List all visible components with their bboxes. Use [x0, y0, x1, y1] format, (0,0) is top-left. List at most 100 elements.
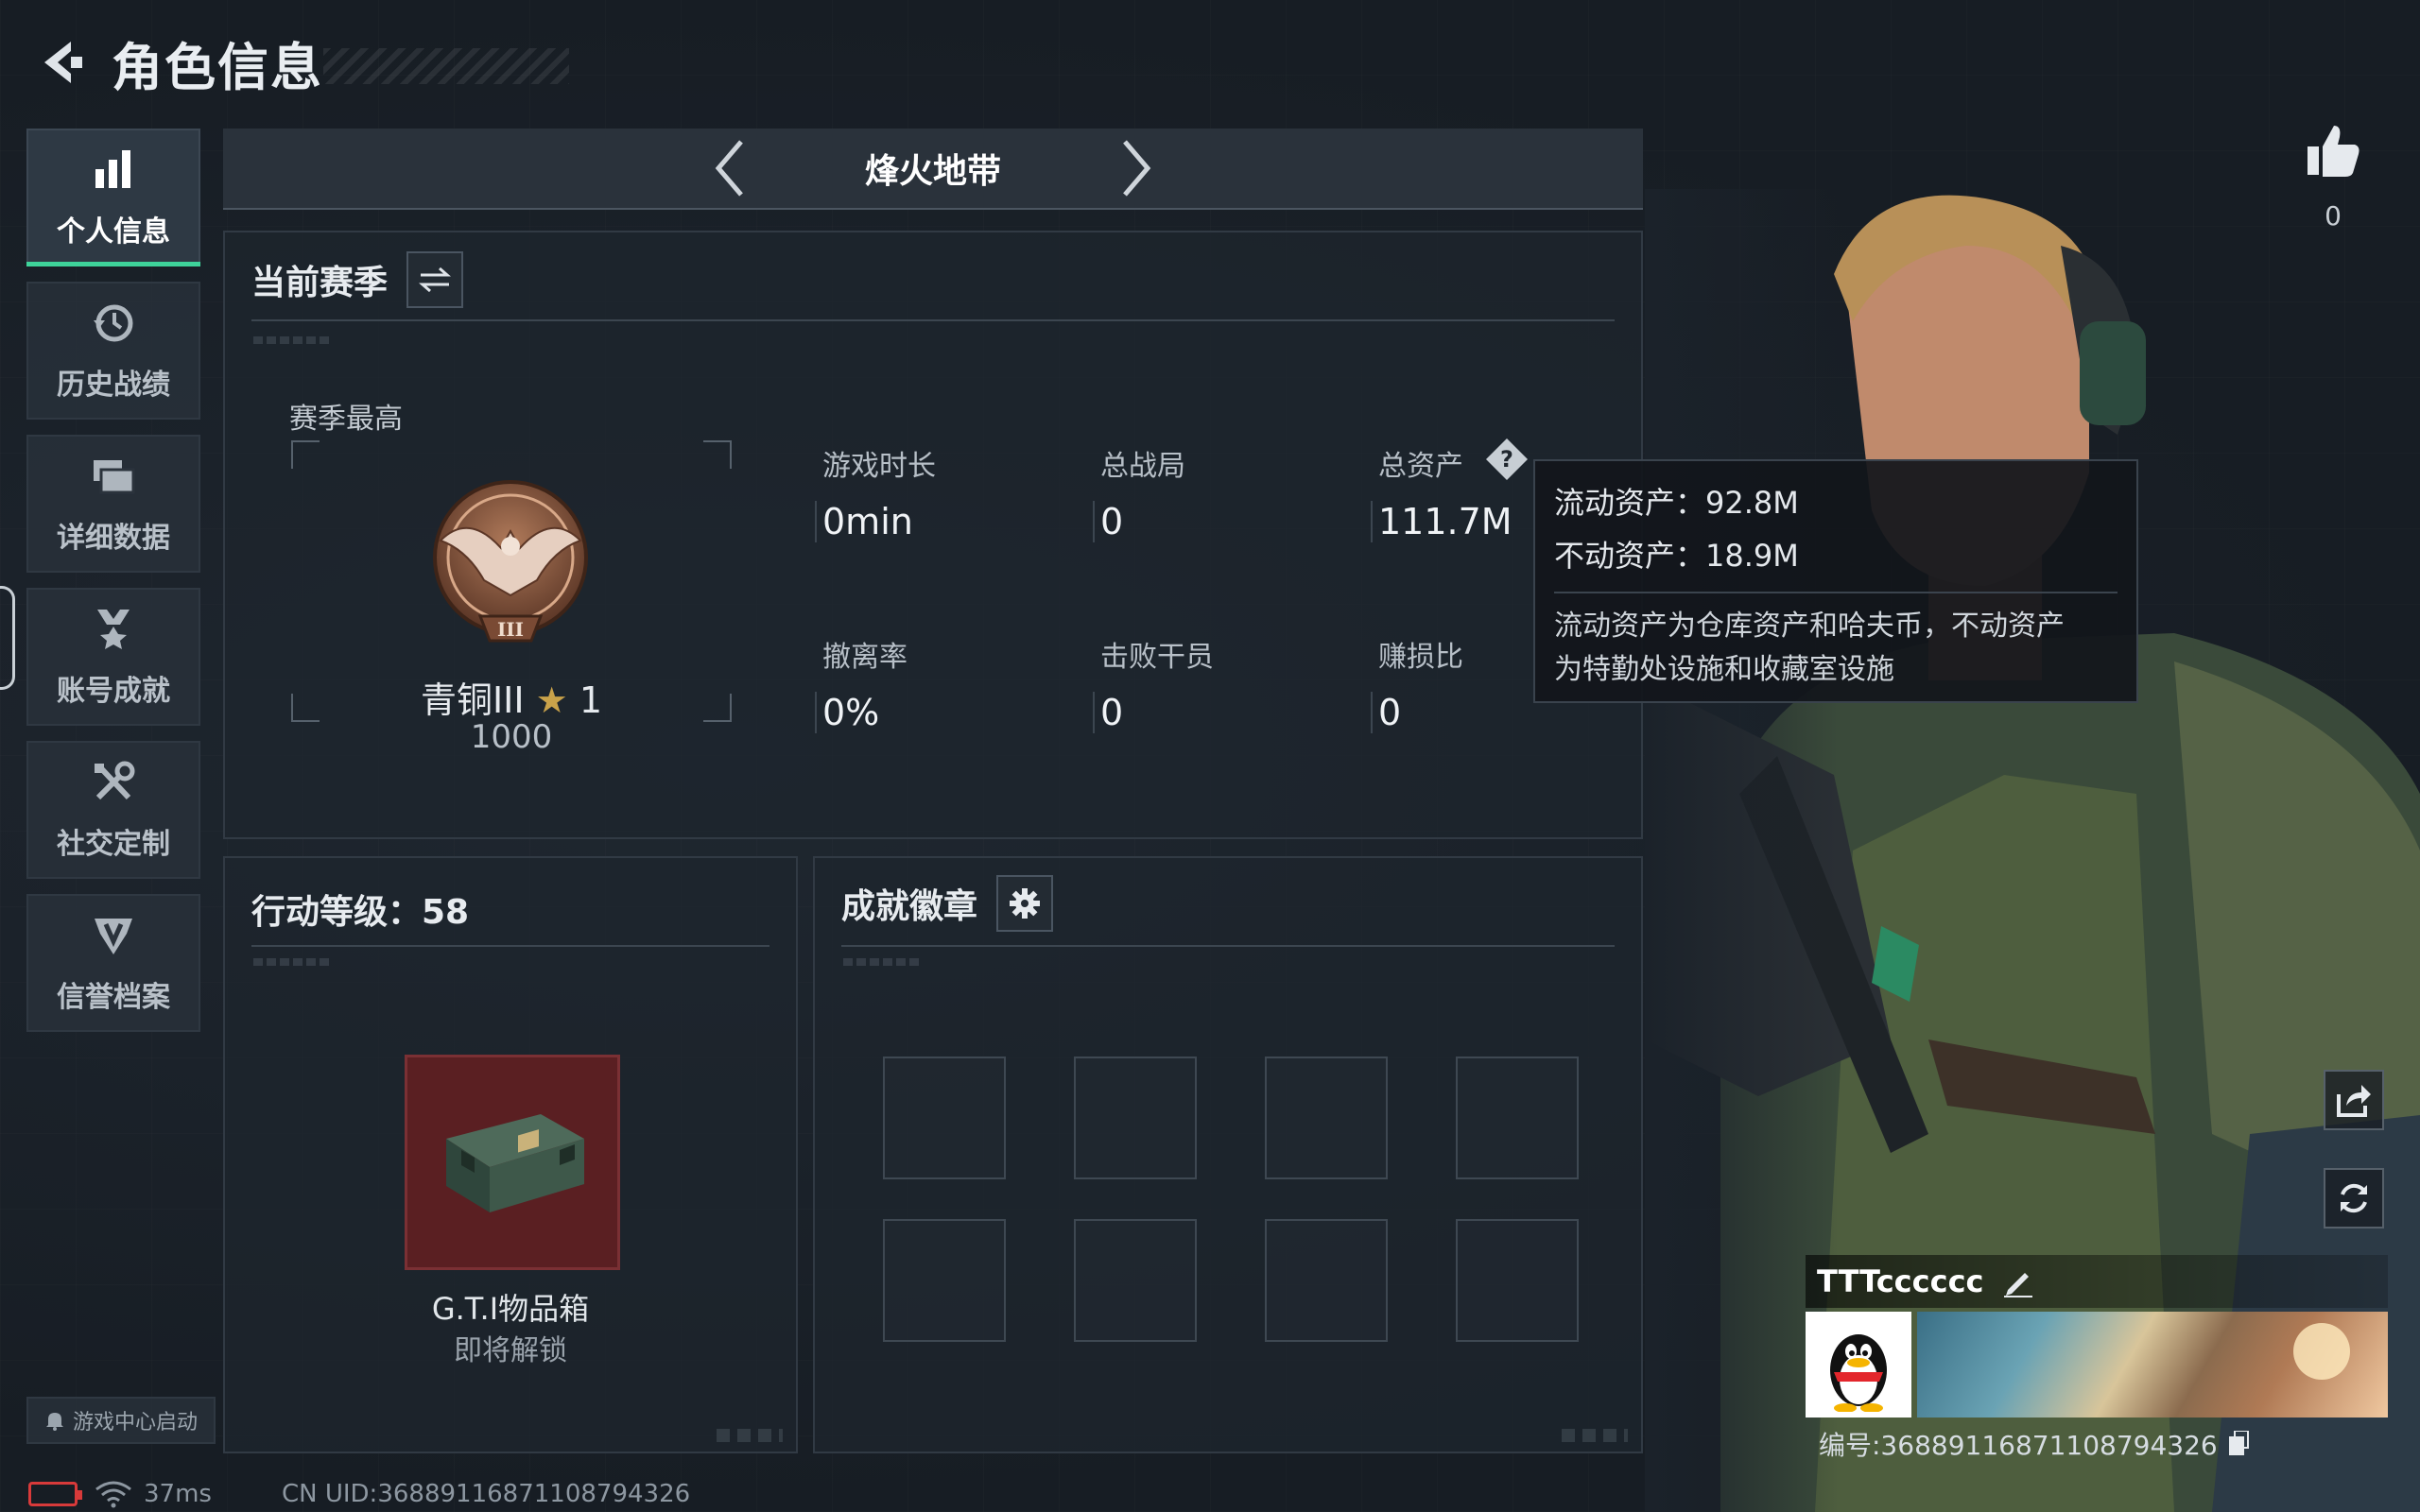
sidebar-item-detailed-data[interactable]: 详细数据 [26, 435, 200, 573]
status-bar: 37ms CN UID:36889116871108794326 [28, 1480, 690, 1508]
rank-title: 青铜III [420, 679, 525, 721]
badge-slot[interactable] [1456, 1219, 1579, 1342]
left-drawer-handle[interactable] [0, 586, 15, 690]
player-name: TTTcccccc [1817, 1263, 1984, 1299]
history-clock-icon [89, 299, 138, 348]
badge-slot[interactable] [1456, 1057, 1579, 1179]
edit-name-button[interactable] [1999, 1263, 2037, 1300]
bell-icon [45, 1413, 63, 1431]
chevron-right-icon [1123, 140, 1151, 197]
badges-settings-button[interactable] [996, 875, 1054, 932]
reward-status: 即将解锁 [454, 1334, 567, 1367]
mode-prev-button[interactable] [697, 128, 763, 209]
action-level-title: 行动等级：58 [251, 893, 470, 932]
stat-label: 击败干员 [1100, 641, 1214, 674]
svg-text:?: ? [1500, 446, 1513, 472]
stat-play-time: 游戏时长 0min [815, 442, 1049, 542]
thumbs-up-icon [2308, 126, 2360, 177]
stat-total-matches: 总战局 0 [1093, 442, 1327, 542]
badge-slot[interactable] [1074, 1219, 1197, 1342]
wifi-icon [95, 1481, 131, 1508]
player-uid: 编号:3688911687110879432​6 [1819, 1425, 2252, 1463]
stat-label: 游戏时长 [822, 450, 936, 483]
liquid-assets: 流动资产：92.8M [1554, 485, 1799, 521]
gear-icon [1010, 888, 1041, 919]
stat-value: 0% [815, 692, 1049, 733]
chevron-left-icon [715, 140, 743, 197]
reward-item-box[interactable] [405, 1055, 620, 1270]
decoration [843, 958, 919, 966]
mode-name: 烽火地带 [864, 152, 1001, 191]
back-arrow-icon [44, 42, 82, 83]
page-title: 角色信息 [112, 37, 323, 97]
badge-slot[interactable] [883, 1219, 1006, 1342]
badge-slot[interactable] [1074, 1057, 1197, 1179]
battery-icon [28, 1482, 82, 1506]
season-switch-button[interactable] [406, 251, 464, 308]
badge-slot[interactable] [1265, 1057, 1388, 1179]
decoration [1562, 1429, 1628, 1442]
medal-icon [89, 605, 138, 654]
ping: 37ms [144, 1480, 212, 1508]
profile-banner[interactable] [1917, 1312, 2388, 1418]
mode-next-button[interactable] [1103, 128, 1169, 209]
stat-kills: 击败干员 0 [1093, 633, 1327, 733]
like-count: 0 [2325, 200, 2342, 232]
game-center-launch-button[interactable]: 游戏中心启动 [26, 1397, 216, 1444]
divider [1554, 592, 2118, 593]
badge-slot[interactable] [1265, 1219, 1388, 1342]
title-decoration [323, 48, 569, 84]
tools-icon [89, 758, 138, 807]
stat-value: 0 [1093, 501, 1327, 542]
qq-penguin-icon [1830, 1334, 1887, 1412]
svg-text:III: III [497, 618, 524, 641]
decoration [253, 336, 329, 344]
season-best-label: 赛季最高 [289, 403, 403, 436]
action-level-panel: 行动等级：58 G.T.I物品箱 即将解锁 [223, 856, 798, 1453]
share-icon [2337, 1085, 2371, 1117]
divider [251, 945, 769, 947]
rank-points: 1000 [470, 718, 553, 756]
page-header: 角色信息 [26, 26, 569, 98]
badge-slot[interactable] [883, 1057, 1006, 1179]
sidebar-item-history[interactable]: 历史战绩 [26, 282, 200, 420]
decoration [253, 958, 329, 966]
sidebar-item-achievements[interactable]: 账号成就 [26, 588, 200, 726]
tooltip-desc-line-1: 流动资产为仓库资产和哈夫币，不动资产 [1554, 610, 2065, 643]
bronze-rank-emblem-icon: III [433, 480, 588, 643]
qq-avatar[interactable] [1806, 1312, 1911, 1418]
pencil-icon [2003, 1273, 2032, 1297]
refresh-button[interactable] [2324, 1168, 2384, 1228]
sidebar-item-social[interactable]: 社交定制 [26, 741, 200, 879]
rank-stars: 1 [579, 679, 603, 721]
swap-icon [419, 266, 452, 293]
season-title: 当前赛季 [251, 264, 389, 302]
like-button[interactable] [2299, 117, 2367, 185]
achievement-badges-panel: 成就徽章 [813, 856, 1643, 1453]
sidebar-item-personal-info[interactable]: 个人信息 [26, 129, 200, 266]
tooltip-desc-line-2: 为特勤处设施和收藏室设施 [1554, 653, 1894, 686]
fixed-assets: 不动资产：18.9M [1554, 538, 1799, 574]
back-button[interactable] [26, 29, 93, 95]
assets-help-button[interactable]: ? [1484, 437, 1530, 482]
cn-uid: CN UID:36889116871108794326 [281, 1480, 691, 1508]
sidebar-item-label: 详细数据 [57, 522, 170, 555]
assets-tooltip: 流动资产：92.8M 不动资产：18.9M 流动资产为仓库资产和哈夫币，不动资产… [1533, 459, 2138, 703]
sidebar-item-label: 账号成就 [57, 675, 170, 708]
crate-icon [446, 1114, 584, 1212]
divider [841, 945, 1615, 947]
refresh-icon [2341, 1183, 2367, 1213]
sidebar-item-label: 个人信息 [57, 215, 170, 249]
bar-chart-icon [89, 146, 138, 195]
divider [251, 319, 1615, 321]
sidebar-item-label: 社交定制 [57, 828, 170, 861]
profile-card: TTTcccccc [1806, 1255, 2388, 1418]
copy-icon [2228, 1431, 2249, 1455]
stat-value: 0min [815, 501, 1049, 542]
sidebar-item-reputation[interactable]: 信誉档案 [26, 894, 200, 1032]
badges-title: 成就徽章 [841, 887, 978, 926]
share-button[interactable] [2324, 1070, 2384, 1130]
stat-value: 0 [1093, 692, 1327, 733]
reward-name: G.T.I物品箱 [431, 1291, 590, 1327]
copy-uid-button[interactable] [2225, 1430, 2252, 1458]
